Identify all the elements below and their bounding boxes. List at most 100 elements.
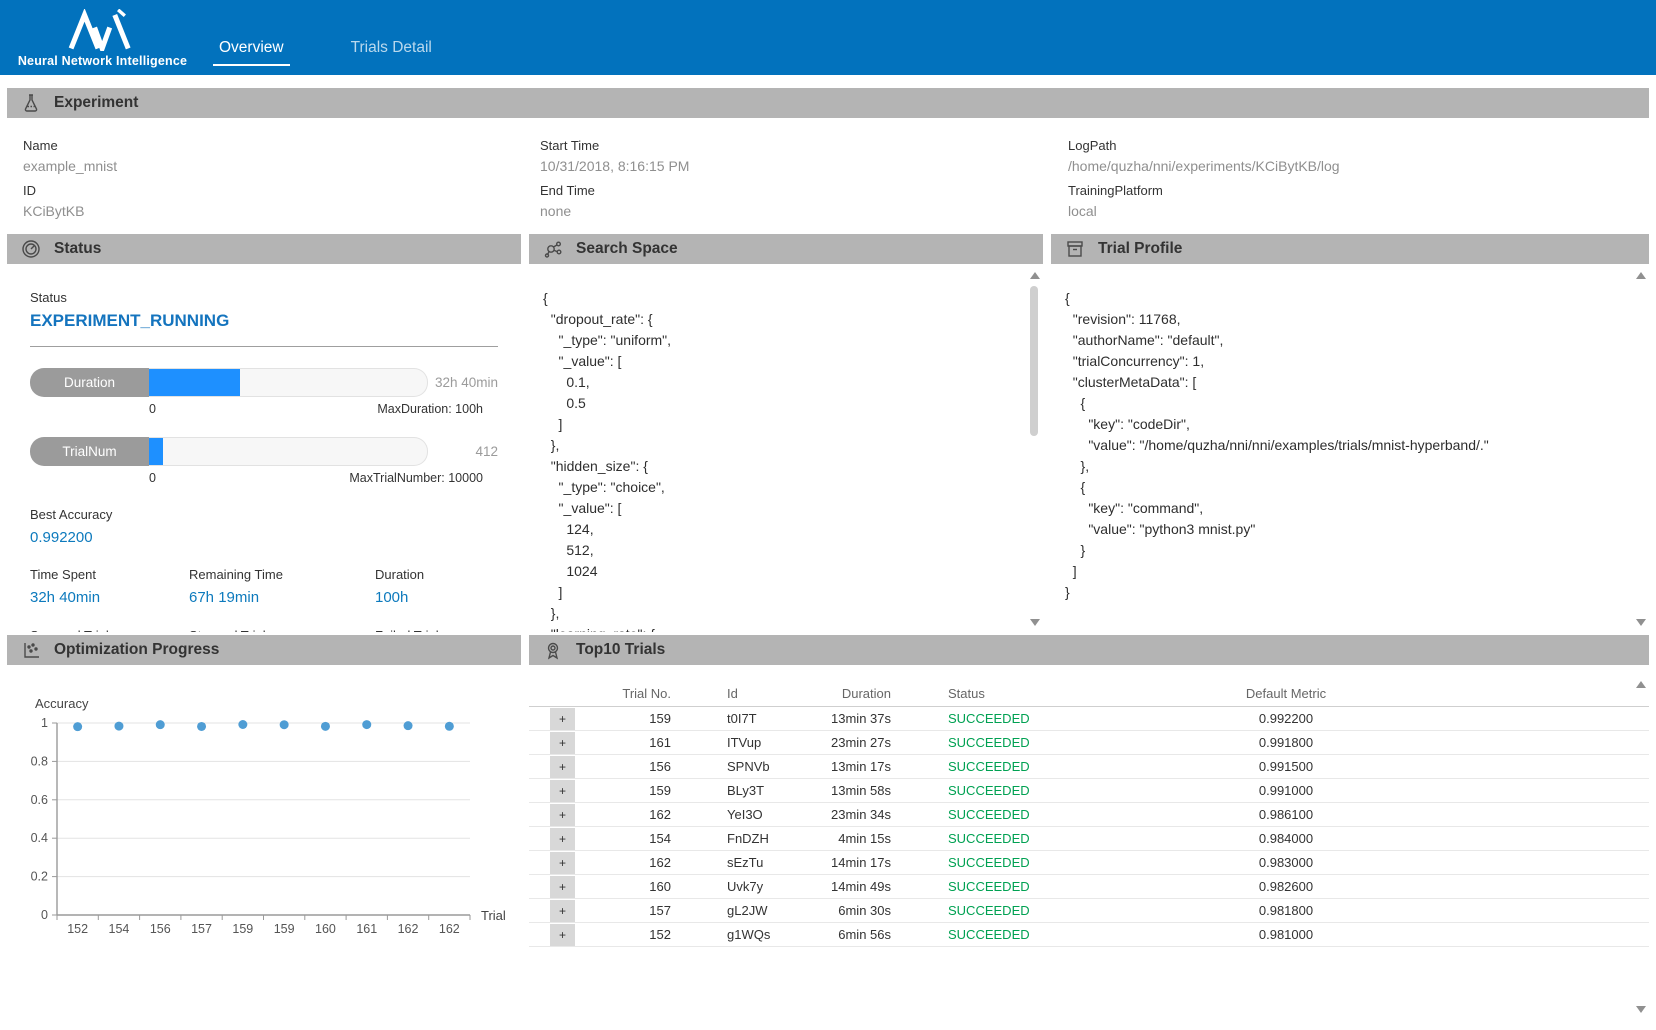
trial-profile-section-title: Trial Profile: [1098, 240, 1182, 258]
stat-value: 100h: [375, 589, 498, 606]
cell-duration: 6min 30s: [791, 903, 891, 918]
cell-status: SUCCEEDED: [891, 807, 1051, 822]
scatter-chart-svg: 00.20.40.60.8115215415615715915916016116…: [7, 695, 521, 947]
duration-progress-value: 32h 40min: [428, 375, 498, 390]
best-accuracy-label: Best Accuracy: [30, 507, 498, 522]
svg-text:162: 162: [398, 922, 419, 936]
column-header-trial-no: Trial No.: [575, 686, 671, 701]
scroll-up-arrow[interactable]: [1030, 272, 1040, 279]
cell-duration: 4min 15s: [791, 831, 891, 846]
field-value: /home/quzha/nni/experiments/KCiBytKB/log: [1068, 158, 1656, 174]
navbar: Neural Network Intelligence Overview Tri…: [0, 0, 1656, 75]
stat-value: 32h 40min: [30, 589, 189, 606]
cell-status: SUCCEEDED: [891, 879, 1051, 894]
trial-profile-scrollbar[interactable]: [1634, 272, 1646, 626]
expand-row-button[interactable]: +: [550, 756, 575, 778]
svg-text:Accuracy: Accuracy: [35, 696, 89, 711]
cell-status: SUCCEEDED: [891, 759, 1051, 774]
scroll-down-arrow[interactable]: [1636, 1006, 1646, 1013]
brand-text: Neural Network Intelligence: [18, 54, 187, 68]
table-row: +159t0I7T13min 37sSUCCEEDED0.992200: [529, 707, 1649, 731]
search-space-json: { "dropout_rate": { "_type": "uniform", …: [529, 264, 1043, 632]
svg-text:152: 152: [67, 922, 88, 936]
expand-row-button[interactable]: +: [550, 732, 575, 754]
stat-label: Stopped Trial: [189, 628, 375, 632]
cell-id: t0I7T: [671, 711, 791, 726]
tab-overview[interactable]: Overview: [213, 39, 290, 66]
tab-trials-detail[interactable]: Trials Detail: [345, 39, 438, 66]
status-section-header: Status: [7, 234, 521, 264]
table-row: +161ITVup23min 27sSUCCEEDED0.991800: [529, 731, 1649, 755]
svg-text:157: 157: [191, 922, 212, 936]
expand-row-button[interactable]: +: [550, 852, 575, 874]
field-value: local: [1068, 203, 1656, 219]
column-header-default-metric: Default Metric: [1051, 686, 1521, 701]
gauge-icon: [21, 239, 41, 259]
stat-label: Failed Trial: [375, 628, 498, 632]
cell-id: Uvk7y: [671, 879, 791, 894]
svg-text:159: 159: [274, 922, 295, 936]
cell-default-metric: 0.986100: [1051, 807, 1521, 822]
svg-text:Trial: Trial: [481, 908, 506, 923]
expand-row-button[interactable]: +: [550, 876, 575, 898]
top10-table-rows: +159t0I7T13min 37sSUCCEEDED0.992200+161I…: [529, 707, 1649, 947]
expand-row-button[interactable]: +: [550, 828, 575, 850]
expand-row-button[interactable]: +: [550, 900, 575, 922]
duration-min: 0: [149, 402, 156, 416]
stat-cell: Duration 100h: [375, 567, 498, 606]
scroll-up-arrow[interactable]: [1636, 272, 1646, 279]
expand-row-button[interactable]: +: [550, 780, 575, 802]
experiment-section-title: Experiment: [54, 94, 138, 112]
top10-trials-panel: Top10 Trials Trial No. Id Duration Statu…: [529, 635, 1649, 1029]
field-value: example_mnist: [23, 158, 540, 174]
cell-status: SUCCEEDED: [891, 711, 1051, 726]
trial-profile-json: { "revision": 11768, "authorName": "defa…: [1051, 264, 1649, 632]
search-space-scrollbar[interactable]: [1028, 272, 1040, 626]
cell-trial-no: 159: [575, 783, 671, 798]
trialnum-min: 0: [149, 471, 156, 485]
scroll-thumb[interactable]: [1030, 286, 1038, 436]
status-value: EXPERIMENT_RUNNING: [30, 311, 498, 331]
column-header-duration: Duration: [791, 686, 891, 701]
table-row: +162sEzTu14min 17sSUCCEEDED0.983000: [529, 851, 1649, 875]
cell-status: SUCCEEDED: [891, 735, 1051, 750]
optimization-section-header: Optimization Progress: [7, 635, 521, 665]
cell-status: SUCCEEDED: [891, 783, 1051, 798]
scroll-down-arrow[interactable]: [1636, 619, 1646, 626]
expand-row-button[interactable]: +: [550, 708, 575, 730]
cell-trial-no: 162: [575, 855, 671, 870]
cell-duration: 14min 17s: [791, 855, 891, 870]
table-row: +159BLy3T13min 58sSUCCEEDED0.991000: [529, 779, 1649, 803]
cell-status: SUCCEEDED: [891, 903, 1051, 918]
stat-label: Time Spent: [30, 567, 189, 582]
cell-id: ITVup: [671, 735, 791, 750]
field-label: Start Time: [540, 138, 1068, 153]
status-label: Status: [30, 290, 498, 305]
field-label: ID: [23, 183, 540, 198]
expand-row-button[interactable]: +: [550, 924, 575, 946]
search-space-section-header: Search Space: [529, 234, 1043, 264]
cell-trial-no: 152: [575, 927, 671, 942]
status-stats-grid: Time Spent32h 40minRemaining Time67h 19m…: [30, 567, 498, 632]
field-label: TrainingPlatform: [1068, 183, 1656, 198]
table-row: +154FnDZH4min 15sSUCCEEDED0.984000: [529, 827, 1649, 851]
stat-label: Duration: [375, 567, 498, 582]
search-space-panel: Search Space { "dropout_rate": { "_type"…: [529, 234, 1043, 632]
expand-row-button[interactable]: +: [550, 804, 575, 826]
cell-trial-no: 160: [575, 879, 671, 894]
trial-profile-panel: Trial Profile { "revision": 11768, "auth…: [1051, 234, 1649, 632]
cell-id: g1WQs: [671, 927, 791, 942]
cell-duration: 13min 58s: [791, 783, 891, 798]
svg-text:0.4: 0.4: [31, 831, 48, 845]
cell-duration: 23min 34s: [791, 807, 891, 822]
cell-duration: 6min 56s: [791, 927, 891, 942]
field-value: KCiBytKB: [23, 203, 540, 219]
field-label: Name: [23, 138, 540, 153]
scroll-down-arrow[interactable]: [1030, 619, 1040, 626]
scroll-up-arrow[interactable]: [1636, 681, 1646, 688]
trialnum-progress-value: 412: [428, 444, 498, 459]
trial-profile-section-header: Trial Profile: [1051, 234, 1649, 264]
svg-text:156: 156: [150, 922, 171, 936]
top10-scrollbar[interactable]: [1634, 681, 1646, 1013]
duration-progress-fill: [149, 369, 240, 396]
